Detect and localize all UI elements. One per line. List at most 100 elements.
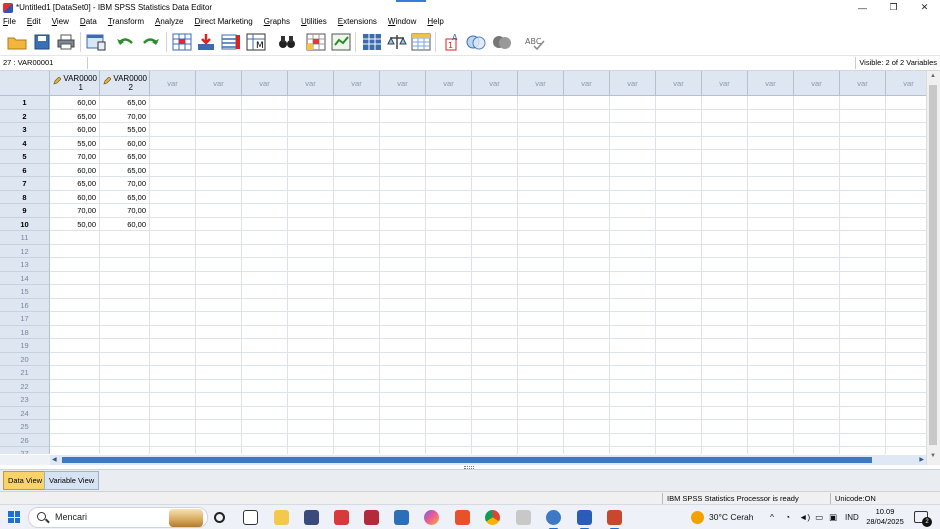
data-cell[interactable] (702, 109, 748, 123)
data-cell[interactable] (334, 352, 380, 366)
data-cell[interactable] (656, 136, 702, 150)
data-cell[interactable] (426, 366, 472, 380)
data-cell[interactable] (564, 150, 610, 164)
data-cell[interactable] (242, 217, 288, 231)
data-cell[interactable] (702, 352, 748, 366)
data-cell[interactable] (196, 96, 242, 110)
data-cell[interactable] (840, 244, 886, 258)
data-cell[interactable] (334, 379, 380, 393)
column-header-empty-var[interactable]: var (472, 71, 518, 96)
volume-icon[interactable]: ◄) (799, 505, 810, 529)
data-cell[interactable] (50, 393, 100, 407)
data-cell[interactable] (242, 123, 288, 137)
column-header-empty-var[interactable]: var (564, 71, 610, 96)
task-view-icon[interactable] (243, 510, 258, 525)
row-header[interactable]: 2 (0, 109, 50, 123)
data-cell[interactable] (794, 217, 840, 231)
data-cell[interactable] (472, 379, 518, 393)
data-cell[interactable] (656, 163, 702, 177)
data-cell[interactable] (564, 96, 610, 110)
data-cell[interactable] (50, 325, 100, 339)
data-cell[interactable] (150, 150, 196, 164)
data-cell[interactable] (426, 406, 472, 420)
data-cell[interactable] (380, 352, 426, 366)
data-cell[interactable] (840, 177, 886, 191)
data-cell[interactable]: 70,00 (50, 150, 100, 164)
data-cell[interactable] (334, 433, 380, 447)
data-cell[interactable] (242, 285, 288, 299)
data-cell[interactable]: 60,00 (100, 217, 150, 231)
data-cell[interactable] (426, 298, 472, 312)
close-button[interactable]: ✕ (909, 0, 940, 15)
data-cell[interactable] (564, 190, 610, 204)
data-cell[interactable] (380, 217, 426, 231)
row-header[interactable]: 14 (0, 271, 50, 285)
menu-analyze[interactable]: Analyze (149, 17, 188, 26)
data-cell[interactable] (656, 339, 702, 353)
row-header[interactable]: 21 (0, 366, 50, 380)
data-cell[interactable] (794, 271, 840, 285)
data-cell[interactable] (426, 285, 472, 299)
weather-text[interactable]: 30°C Cerah (709, 505, 754, 529)
data-cell[interactable] (748, 150, 794, 164)
data-cell[interactable] (702, 163, 748, 177)
data-cell[interactable]: 55,00 (50, 136, 100, 150)
data-cell[interactable] (794, 393, 840, 407)
data-cell[interactable] (656, 258, 702, 272)
data-cell[interactable] (886, 191, 926, 204)
data-cell[interactable] (288, 352, 334, 366)
dialog-recall-icon[interactable] (85, 31, 107, 53)
data-cell[interactable] (196, 244, 242, 258)
column-header-empty-var[interactable]: var (702, 71, 748, 96)
display-icon[interactable]: ▣ (829, 505, 837, 529)
data-cell[interactable] (518, 447, 564, 454)
column-header-empty-var[interactable]: var (288, 71, 334, 96)
row-header[interactable]: 24 (0, 406, 50, 420)
go-to-variable-icon[interactable] (195, 31, 217, 53)
menu-view[interactable]: View (46, 17, 74, 26)
data-cell[interactable] (748, 366, 794, 380)
data-cell[interactable] (472, 163, 518, 177)
data-cell[interactable] (334, 123, 380, 137)
data-cell[interactable] (150, 406, 196, 420)
horizontal-scroll-thumb[interactable] (62, 457, 872, 463)
scroll-down-icon[interactable]: ▼ (930, 453, 936, 459)
data-cell[interactable] (748, 217, 794, 231)
data-cell[interactable] (472, 217, 518, 231)
data-cell[interactable] (472, 298, 518, 312)
data-cell[interactable] (518, 177, 564, 191)
data-cell[interactable] (702, 366, 748, 380)
data-cell[interactable] (426, 420, 472, 434)
column-header-empty-var[interactable]: var (150, 71, 196, 96)
data-cell[interactable] (702, 379, 748, 393)
show-all-variables-icon[interactable] (491, 31, 513, 53)
column-header-empty-var[interactable]: var (748, 71, 794, 96)
data-cell[interactable] (472, 406, 518, 420)
column-header-empty-var[interactable]: var (794, 71, 840, 96)
row-header[interactable]: 6 (0, 163, 50, 177)
data-cell[interactable] (426, 177, 472, 191)
data-cell[interactable] (288, 447, 334, 454)
word-icon[interactable] (577, 510, 592, 529)
minimize-button[interactable]: — (847, 0, 878, 15)
data-cell[interactable] (564, 258, 610, 272)
data-cell[interactable] (702, 231, 748, 245)
data-cell[interactable] (150, 163, 196, 177)
data-cell[interactable] (242, 231, 288, 245)
data-cell[interactable] (472, 190, 518, 204)
data-cell[interactable] (610, 258, 656, 272)
data-cell[interactable] (656, 406, 702, 420)
data-cell[interactable] (334, 271, 380, 285)
data-cell[interactable] (288, 379, 334, 393)
data-cell[interactable] (610, 96, 656, 110)
data-cell[interactable] (334, 285, 380, 299)
data-cell[interactable] (702, 339, 748, 353)
data-grid[interactable]: VAR0000 1 VAR0000 2 var var var var var var va… (0, 71, 926, 454)
data-cell[interactable] (794, 433, 840, 447)
data-cell[interactable] (426, 447, 472, 454)
data-cell[interactable] (196, 271, 242, 285)
column-header-empty-var[interactable]: var (380, 71, 426, 96)
cell-reference-field[interactable]: 27 : VAR00001 (0, 57, 88, 69)
row-header[interactable]: 19 (0, 339, 50, 353)
data-cell[interactable]: 70,00 (100, 177, 150, 191)
